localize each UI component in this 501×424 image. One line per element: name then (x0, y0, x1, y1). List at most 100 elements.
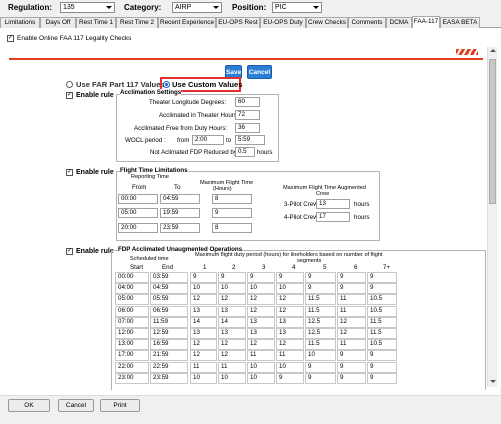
fdp-value-cell[interactable]: 13 (190, 328, 217, 339)
fdp-value-cell[interactable]: 9 (218, 272, 246, 283)
acclimated-free-input[interactable]: 36 (235, 123, 260, 133)
fdp-time-cell[interactable]: 23:00 (115, 372, 149, 384)
tab-dcma[interactable]: DCMA (386, 17, 412, 28)
ft-from-input[interactable]: 00:00 (118, 194, 158, 204)
tab-easa-beta[interactable]: EASA BETA (440, 17, 480, 28)
fdp-value-cell[interactable]: 14 (190, 316, 217, 328)
regulation-select[interactable]: 135 (60, 2, 115, 13)
scroll-up-icon[interactable] (490, 49, 496, 52)
fdp-value-cell[interactable]: 10 (247, 361, 275, 373)
fdp-value-cell[interactable]: 10.5 (367, 294, 397, 306)
fdp-time-cell[interactable]: 16:59 (150, 339, 188, 351)
tab-comments[interactable]: Comments (348, 17, 386, 28)
tab-eu-ops-duty[interactable]: EU-OPS Duty (260, 17, 306, 28)
ft-to-input[interactable]: 04:59 (160, 194, 200, 204)
fdp-value-cell[interactable]: 11 (247, 350, 275, 362)
fdp-value-cell[interactable]: 12 (190, 294, 217, 306)
fdp-value-cell[interactable]: 9 (367, 350, 397, 362)
fdp-value-cell[interactable]: 11.5 (367, 328, 397, 339)
fdp-value-cell[interactable]: 9 (337, 372, 366, 384)
fdp-value-cell[interactable]: 9 (337, 283, 366, 295)
fdp-time-cell[interactable]: 06:00 (115, 305, 149, 317)
fdp-value-cell[interactable]: 9 (337, 350, 366, 362)
fdp-value-cell[interactable]: 12 (218, 294, 246, 306)
fdp-value-cell[interactable]: 11 (190, 361, 217, 373)
fdp-time-cell[interactable]: 22:59 (150, 361, 188, 373)
fdp-value-cell[interactable]: 12 (276, 339, 304, 351)
fdp-value-cell[interactable]: 12 (337, 328, 366, 339)
fdp-value-cell[interactable]: 13 (218, 328, 246, 339)
not-acclimated-input[interactable]: 0.5 (235, 147, 255, 157)
fdp-value-cell[interactable]: 12 (276, 305, 304, 317)
fdp-value-cell[interactable]: 11 (276, 350, 304, 362)
fdp-value-cell[interactable]: 10 (247, 283, 275, 295)
acclimated-theater-input[interactable]: 72 (235, 110, 260, 120)
fdp-value-cell[interactable]: 9 (190, 272, 217, 283)
fdp-value-cell[interactable]: 11 (218, 361, 246, 373)
ft-max-input[interactable]: 9 (212, 208, 252, 218)
fdp-value-cell[interactable]: 12 (247, 294, 275, 306)
fdp-time-cell[interactable]: 12:59 (150, 328, 188, 339)
fdp-value-cell[interactable]: 9 (276, 372, 304, 384)
fdp-value-cell[interactable]: 9 (305, 361, 336, 373)
fdp-time-cell[interactable]: 07:00 (115, 316, 149, 328)
fdp-value-cell[interactable]: 9 (367, 283, 397, 295)
ft-max-input[interactable]: 8 (212, 223, 252, 233)
custom-values-radio[interactable] (163, 81, 170, 88)
fdp-time-cell[interactable]: 04:59 (150, 283, 188, 295)
fdp-time-cell[interactable]: 05:00 (115, 294, 149, 306)
fdp-value-cell[interactable]: 10 (276, 361, 304, 373)
far-values-radio[interactable] (66, 81, 73, 88)
fdp-value-cell[interactable]: 9 (367, 372, 397, 384)
ft-from-input[interactable]: 20:00 (118, 223, 158, 233)
tab-rest-time-1[interactable]: Rest Time 1 (76, 17, 116, 28)
category-select[interactable]: AIRP (172, 2, 222, 13)
fdp-value-cell[interactable]: 10 (276, 283, 304, 295)
fdp-value-cell[interactable]: 9 (276, 272, 304, 283)
fdp-time-cell[interactable]: 05:59 (150, 294, 188, 306)
enable-rule-checkbox[interactable]: ✓ (66, 169, 73, 176)
fdp-value-cell[interactable]: 10.5 (367, 305, 397, 317)
tab-recent-experience[interactable]: Recent Experience (158, 17, 216, 28)
fdp-value-cell[interactable]: 10 (218, 283, 246, 295)
tab-eu-ops-rest[interactable]: EU-OPS Rest (216, 17, 260, 28)
pilot4-input[interactable]: 17 (316, 212, 350, 222)
fdp-value-cell[interactable]: 13 (276, 316, 304, 328)
ok-button[interactable]: OK (8, 399, 50, 412)
enable-rule-checkbox[interactable]: ✓ (66, 248, 73, 255)
fdp-value-cell[interactable]: 9 (367, 361, 397, 373)
fdp-value-cell[interactable]: 12 (218, 339, 246, 351)
fdp-time-cell[interactable]: 03:59 (150, 272, 188, 283)
fdp-value-cell[interactable]: 10 (305, 350, 336, 362)
fdp-time-cell[interactable]: 12:00 (115, 328, 149, 339)
fdp-value-cell[interactable]: 11.5 (367, 316, 397, 328)
footer-cancel-button[interactable]: Cancel (58, 399, 94, 412)
enable-online-checkbox[interactable]: ✓ (7, 35, 14, 42)
fdp-value-cell[interactable]: 9 (305, 372, 336, 384)
fdp-value-cell[interactable]: 12 (276, 294, 304, 306)
fdp-value-cell[interactable]: 9 (305, 283, 336, 295)
position-select[interactable]: PIC (272, 2, 322, 13)
fdp-time-cell[interactable]: 04:00 (115, 283, 149, 295)
fdp-value-cell[interactable]: 11 (337, 339, 366, 351)
fdp-value-cell[interactable]: 12 (190, 350, 217, 362)
fdp-value-cell[interactable]: 12.5 (305, 328, 336, 339)
fdp-value-cell[interactable]: 13 (276, 328, 304, 339)
fdp-value-cell[interactable]: 12 (190, 339, 217, 351)
cancel-button[interactable]: Cancel (247, 65, 272, 79)
fdp-value-cell[interactable]: 10.5 (367, 339, 397, 351)
fdp-value-cell[interactable]: 9 (367, 272, 397, 283)
print-button[interactable]: Print (100, 399, 140, 412)
wocl-to-input[interactable]: 5:59 (235, 135, 265, 145)
fdp-value-cell[interactable]: 11 (337, 294, 366, 306)
tab-crew-checks[interactable]: Crew Checks (306, 17, 348, 28)
fdp-value-cell[interactable]: 12 (337, 316, 366, 328)
fdp-value-cell[interactable]: 11.5 (305, 305, 336, 317)
fdp-time-cell[interactable]: 00:00 (115, 272, 149, 283)
theater-input[interactable]: 60 (235, 97, 260, 107)
ft-from-input[interactable]: 05:00 (118, 208, 158, 218)
fdp-value-cell[interactable]: 13 (218, 305, 246, 317)
tab-rest-time-2[interactable]: Rest Time 2 (116, 17, 158, 28)
fdp-value-cell[interactable]: 13 (190, 305, 217, 317)
fdp-value-cell[interactable]: 11 (337, 305, 366, 317)
